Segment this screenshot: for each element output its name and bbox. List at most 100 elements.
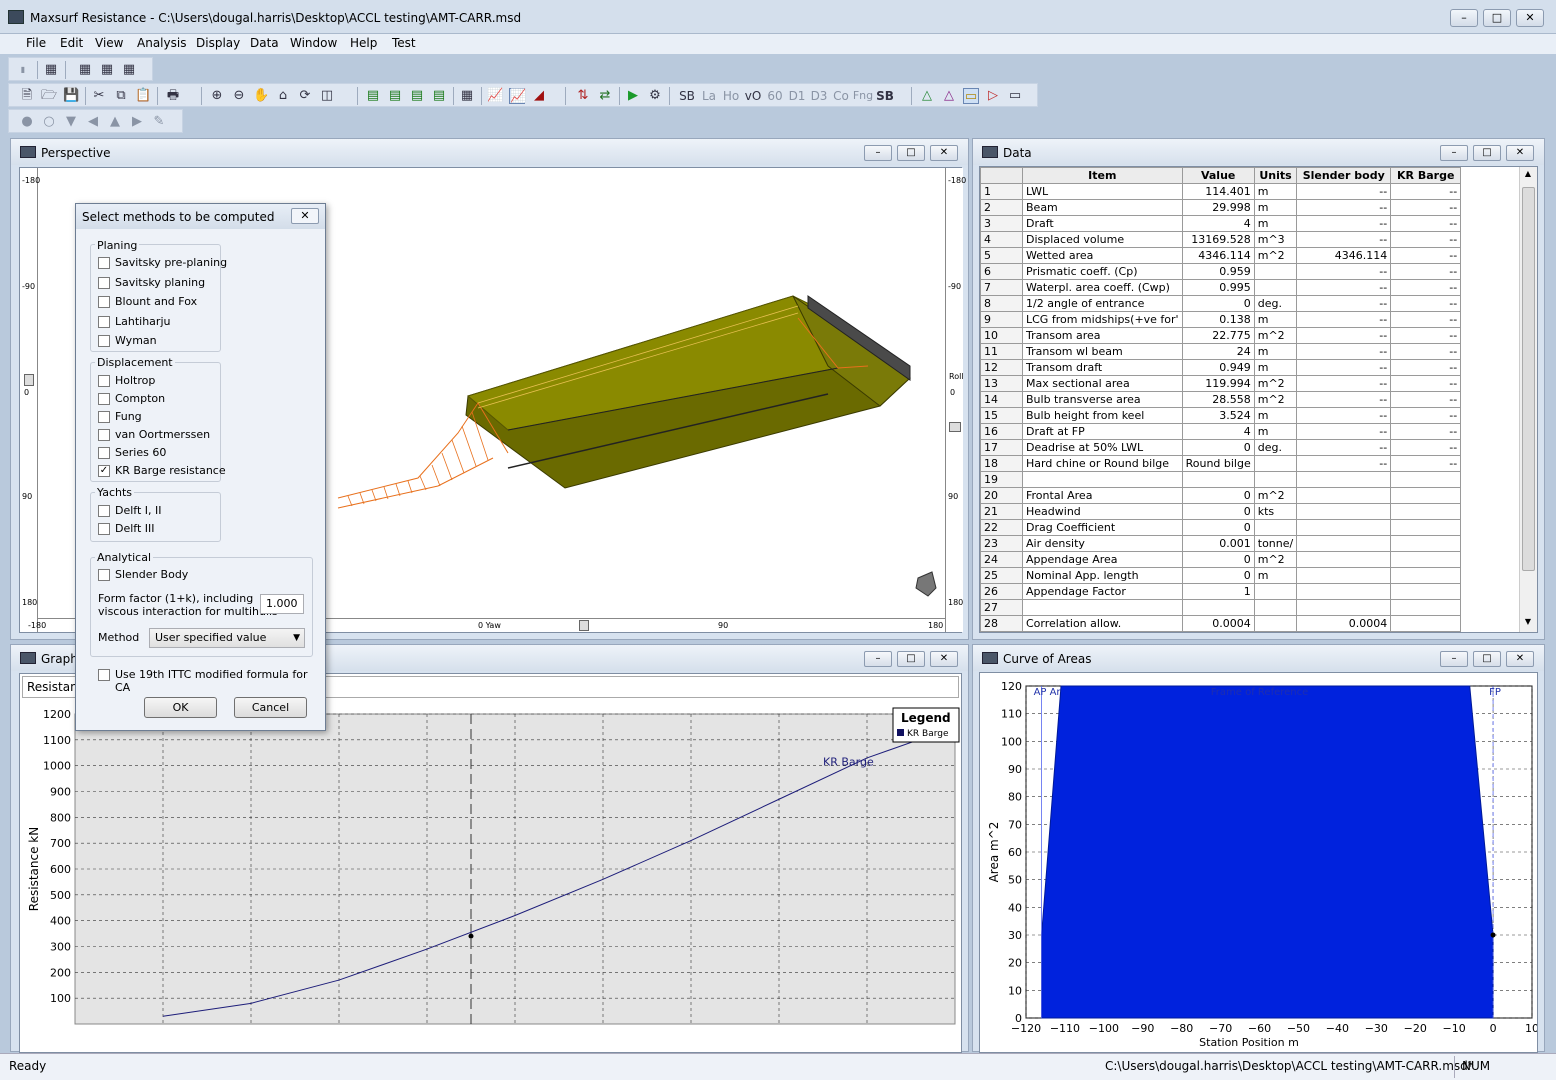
scrollbar-thumb[interactable]	[1522, 187, 1535, 571]
calculate-icon[interactable]: ⇅	[575, 88, 591, 104]
areas-close-button[interactable]: ✕	[1506, 651, 1534, 667]
checkbox-analytical-0[interactable]	[98, 569, 110, 581]
cancel-button[interactable]: Cancel	[234, 697, 307, 718]
table-cell-item[interactable]: Displaced volume	[1022, 231, 1183, 248]
checkbox-planing-4[interactable]	[98, 335, 110, 347]
table-row[interactable]: 6 Prismatic coeff. (Cp) 0.959 -- --	[980, 263, 1462, 280]
table-cell-n[interactable]: 26	[980, 583, 1023, 600]
table-cell-units[interactable]: m	[1253, 359, 1298, 376]
table-cell-sb[interactable]: --	[1296, 391, 1392, 408]
cut-icon[interactable]: ✂	[91, 88, 107, 104]
table-cell-n[interactable]: 19	[980, 471, 1023, 488]
table-cell-sb[interactable]: --	[1296, 279, 1392, 296]
table-cell-sb[interactable]: --	[1296, 295, 1392, 312]
table-cell-value[interactable]: 0.001	[1181, 535, 1255, 552]
table-cell-n[interactable]: 24	[980, 551, 1023, 568]
table-cell-item[interactable]: Deadrise at 50% LWL	[1022, 439, 1183, 456]
table-cell-n[interactable]: 22	[980, 519, 1023, 536]
table-row[interactable]: 5 Wetted area 4346.114 m^2 4346.114 --	[980, 247, 1462, 264]
table-cell-n[interactable]: 13	[980, 375, 1023, 392]
table-row[interactable]: 20 Frontal Area 0 m^2	[980, 487, 1462, 504]
table-cell-kr[interactable]	[1390, 535, 1462, 552]
method-la-icon[interactable]: La	[699, 88, 719, 104]
table-cell-kr[interactable]	[1390, 471, 1462, 488]
method-ho-icon[interactable]: Ho	[721, 88, 741, 104]
table-row[interactable]: 3 Draft 4 m -- --	[980, 215, 1462, 232]
arrow-right-icon[interactable]: ▶	[129, 114, 145, 130]
table-cell-units[interactable]	[1253, 279, 1298, 296]
hull-shape-icon-4[interactable]: ▷	[985, 88, 1001, 104]
area-graph-icon[interactable]: ◢	[531, 88, 547, 104]
table-cell-kr[interactable]: --	[1390, 279, 1462, 296]
table-cell-item[interactable]: Hard chine or Round bilge	[1022, 455, 1183, 472]
table-row[interactable]: 17 Deadrise at 50% LWL 0 deg. -- --	[980, 439, 1462, 456]
recalculate-icon[interactable]: ⇄	[597, 88, 613, 104]
table-row[interactable]: 28 Correlation allow. 0.0004 0.0004	[980, 615, 1462, 632]
table-cell-sb[interactable]	[1296, 471, 1392, 488]
table-cell-units[interactable]: m	[1253, 199, 1298, 216]
checkbox-planing-0[interactable]	[98, 257, 110, 269]
save-icon[interactable]: 💾	[63, 88, 79, 104]
menu-display[interactable]: Display	[196, 36, 240, 50]
table-cell-n[interactable]: 20	[980, 487, 1023, 504]
table-cell-sb[interactable]: --	[1296, 455, 1392, 472]
table-cell-units[interactable]: deg.	[1253, 439, 1298, 456]
graph-maximize-button[interactable]: □	[897, 651, 925, 667]
table-row[interactable]: 22 Drag Coefficient 0	[980, 519, 1462, 536]
checkbox-displacement-4[interactable]	[98, 447, 110, 459]
table-cell-value[interactable]: 0	[1181, 439, 1255, 456]
rotate-icon[interactable]: ⟳	[297, 88, 313, 104]
table-row[interactable]: 13 Max sectional area 119.994 m^2 -- --	[980, 375, 1462, 392]
table-cell-item[interactable]: Transom area	[1022, 327, 1183, 344]
table-cell-units[interactable]	[1253, 519, 1298, 536]
table-cell-item[interactable]: Max sectional area	[1022, 375, 1183, 392]
table-cell-units[interactable]: m	[1253, 215, 1298, 232]
table-cell-kr[interactable]: --	[1390, 327, 1462, 344]
table-row[interactable]: 26 Appendage Factor 1	[980, 583, 1462, 600]
data-maximize-button[interactable]: □	[1473, 145, 1501, 161]
table-cell-sb[interactable]	[1296, 519, 1392, 536]
window-layout-icon-4[interactable]: ▤	[431, 88, 447, 104]
ittc-checkbox[interactable]	[98, 669, 110, 681]
settings-icon[interactable]: ⚙	[647, 88, 663, 104]
method-d1-icon[interactable]: D1	[787, 88, 807, 104]
table-cell-kr[interactable]: --	[1390, 439, 1462, 456]
table-cell-sb[interactable]: --	[1296, 183, 1392, 200]
table-cell-n[interactable]: 17	[980, 439, 1023, 456]
form-factor-input[interactable]: 1.000	[260, 594, 304, 614]
new-file-icon[interactable]: 🗎	[19, 88, 35, 104]
checkbox-yachts-1[interactable]	[98, 523, 110, 535]
checkbox-displacement-3[interactable]	[98, 429, 110, 441]
table-cell-sb[interactable]	[1296, 567, 1392, 584]
table-cell-kr[interactable]: --	[1390, 247, 1462, 264]
table-cell-item[interactable]: Bulb transverse area	[1022, 391, 1183, 408]
home-view-icon[interactable]: ⌂	[275, 88, 291, 104]
grid-icon-1[interactable]: ▦	[43, 62, 59, 78]
grid-icon-2[interactable]: ▦	[77, 62, 93, 78]
table-row[interactable]: 18 Hard chine or Round bilge Round bilge --…	[980, 455, 1462, 472]
table-cell-n[interactable]: 28	[980, 615, 1023, 632]
minimize-button[interactable]: –	[1450, 9, 1478, 27]
perspective-maximize-button[interactable]: □	[897, 145, 925, 161]
table-cell-n[interactable]: 27	[980, 599, 1023, 616]
copy-bmp-icon[interactable]: ▮	[15, 62, 31, 78]
table-cell-sb[interactable]: 0.0004	[1296, 615, 1392, 632]
table-cell-n[interactable]: 11	[980, 343, 1023, 360]
menu-data[interactable]: Data	[250, 36, 279, 50]
table-cell-item[interactable]: LWL	[1022, 183, 1183, 200]
table-cell-units[interactable]: m^2	[1253, 247, 1298, 264]
column-header-item[interactable]: Item	[1022, 167, 1183, 184]
tool-dropdown-icon[interactable]: ✎	[151, 114, 167, 130]
table-cell-units[interactable]: m^2	[1253, 327, 1298, 344]
table-cell-kr[interactable]	[1390, 487, 1462, 504]
sphere-icon[interactable]: ●	[19, 114, 35, 130]
table-cell-units[interactable]: m	[1253, 311, 1298, 328]
table-cell-item[interactable]: Prismatic coeff. (Cp)	[1022, 263, 1183, 280]
checkbox-yachts-0[interactable]	[98, 505, 110, 517]
table-cell-units[interactable]: tonne/	[1253, 535, 1298, 552]
table-cell-value[interactable]: 29.998	[1181, 199, 1255, 216]
table-row[interactable]: 25 Nominal App. length 0 m	[980, 567, 1462, 584]
table-cell-n[interactable]: 12	[980, 359, 1023, 376]
table-row[interactable]: 7 Waterpl. area coeff. (Cwp) 0.995 -- --	[980, 279, 1462, 296]
table-cell-units[interactable]: m	[1253, 567, 1298, 584]
